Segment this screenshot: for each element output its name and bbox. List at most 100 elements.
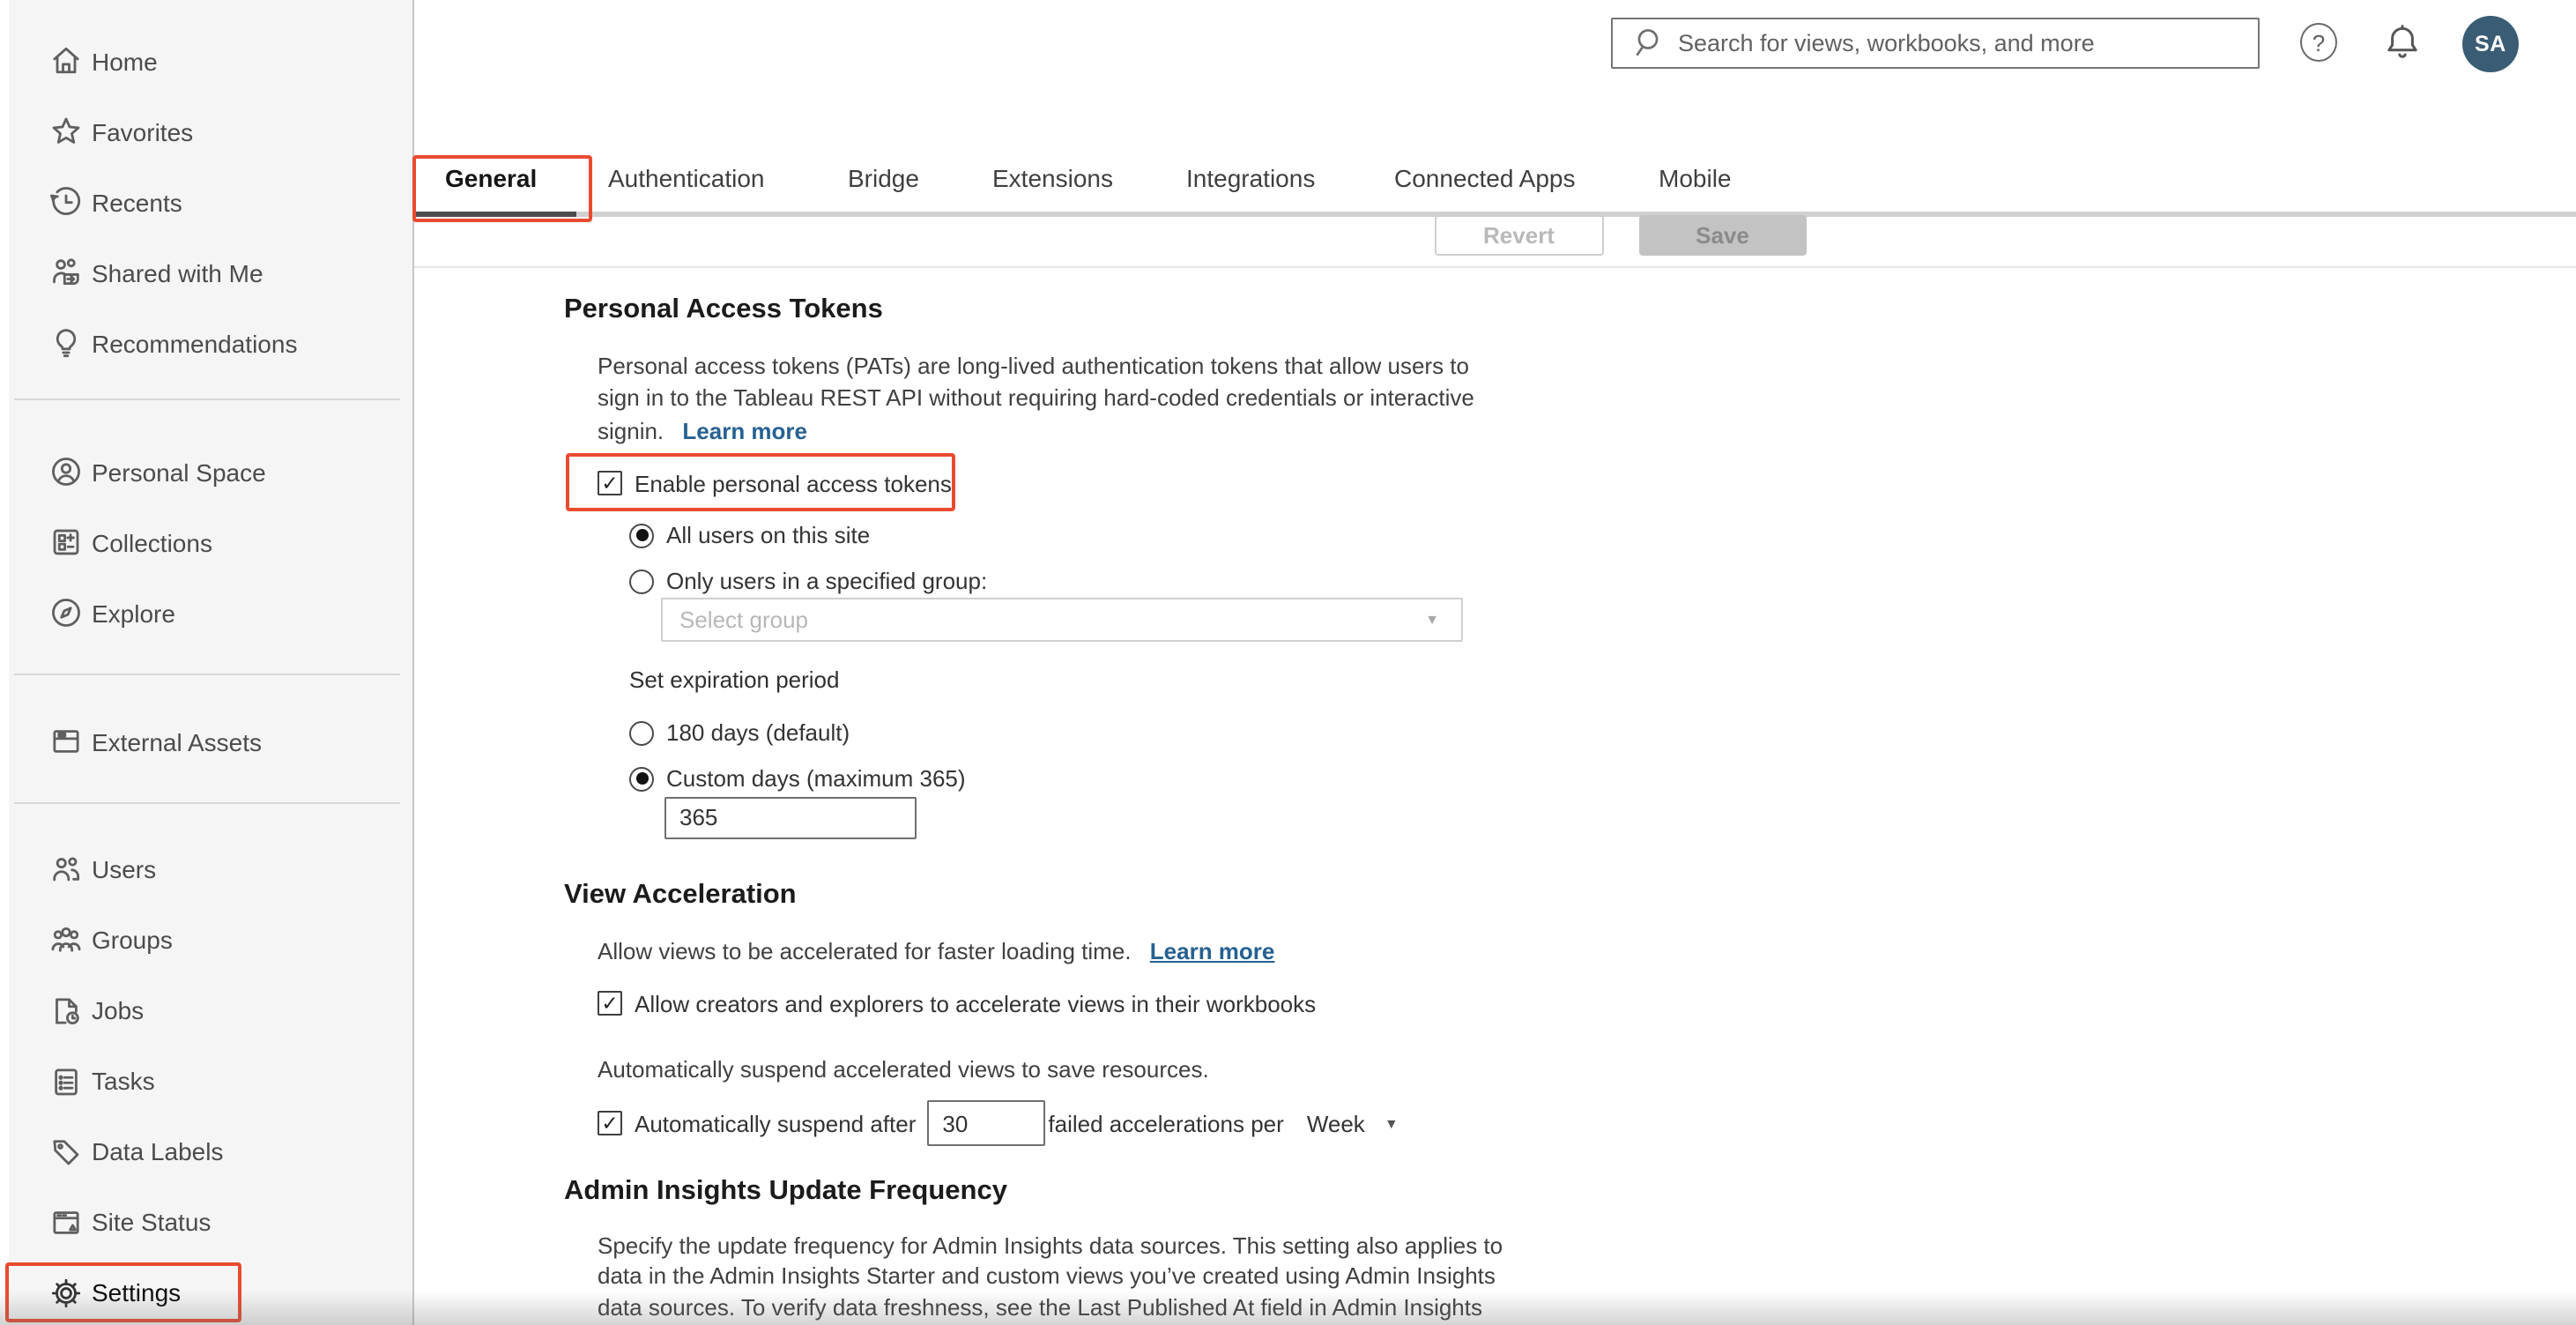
star-icon [48, 113, 85, 150]
radio-selected[interactable] [629, 523, 654, 547]
save-button[interactable]: Save [1638, 214, 1807, 256]
search-input[interactable] [1611, 18, 2260, 68]
sidebar-item-recents[interactable]: Recents [0, 167, 412, 237]
sidebar-item-collections[interactable]: Collections [0, 507, 412, 577]
collections-icon [48, 524, 85, 561]
section-description: Personal access tokens (PATs) are long-l… [598, 350, 1474, 449]
section-title: View Acceleration [564, 879, 797, 909]
radio-180-days-row[interactable]: 180 days (default) [629, 710, 850, 756]
radio-label: Only users in a specified group: [666, 568, 988, 594]
allow-acceleration-checkbox-row[interactable]: ✓ Allow creators and explorers to accele… [598, 980, 1316, 1026]
sidebar-item-label: Settings [92, 1278, 182, 1306]
toolbar-divider [414, 265, 2576, 267]
checkbox-checked[interactable]: ✓ [598, 1111, 622, 1135]
sidebar: Home Favorites Recents Shared with Me Re… [0, 0, 414, 1325]
description-line: Personal access tokens (PATs) are long-l… [598, 352, 1469, 378]
description-line: signin. Learn more [598, 415, 1474, 448]
radio-custom-days-row[interactable]: Custom days (maximum 365) [629, 756, 966, 801]
sidebar-item-personal-space[interactable]: Personal Space [0, 436, 412, 507]
sidebar-item-label: Recents [92, 188, 182, 216]
tag-icon [48, 1133, 85, 1170]
gear-icon [48, 1274, 85, 1311]
learn-more-link[interactable]: Learn more [1150, 938, 1275, 964]
help-icon[interactable]: ? [2300, 23, 2337, 62]
description-line: Specify the update frequency for Admin I… [598, 1232, 1503, 1258]
sidebar-divider [14, 673, 400, 674]
sidebar-item-home[interactable]: Home [0, 26, 412, 96]
bell-icon[interactable] [2381, 20, 2424, 64]
sidebar-item-label: Personal Space [92, 458, 266, 486]
help-glyph: ? [2312, 29, 2326, 56]
sidebar-item-label: Data Labels [92, 1137, 224, 1165]
groups-icon [48, 921, 85, 958]
sidebar-item-tasks[interactable]: Tasks [0, 1046, 412, 1116]
section-title: Personal Access Tokens [564, 294, 883, 324]
checkbox-checked[interactable]: ✓ [598, 471, 622, 495]
enable-pat-checkbox-row[interactable]: ✓ Enable personal access tokens [598, 460, 952, 506]
sidebar-item-label: Users [92, 855, 157, 883]
custom-days-input[interactable] [664, 797, 916, 838]
sidebar-item-label: Jobs [92, 996, 145, 1024]
tab-connected-apps[interactable]: Connected Apps [1394, 164, 1576, 192]
failed-accelerations-input[interactable] [926, 1100, 1045, 1146]
users-icon [48, 851, 85, 888]
description-text: signin. [598, 417, 664, 444]
radio-label: Custom days (maximum 365) [666, 765, 966, 792]
group-select-dropdown[interactable]: Select group ▼ [660, 597, 1462, 642]
shared-icon [48, 254, 85, 291]
learn-more-link[interactable]: Learn more [682, 417, 807, 443]
section-description: Specify the update frequency for Admin I… [598, 1230, 1503, 1324]
sidebar-item-jobs[interactable]: Jobs [0, 975, 412, 1046]
description-text: Allow views to be accelerated for faster… [598, 938, 1132, 964]
sidebar-item-label: Explore [92, 599, 175, 627]
sidebar-item-explore[interactable]: Explore [0, 577, 412, 648]
person-circle-icon [48, 453, 85, 490]
sidebar-item-favorites[interactable]: Favorites [0, 96, 412, 167]
suspend-description: Automatically suspend accelerated views … [598, 1056, 1209, 1083]
jobs-icon [48, 992, 85, 1029]
lightbulb-icon [48, 324, 85, 361]
radio-unselected[interactable] [629, 720, 654, 745]
checkbox-label: Automatically suspend after [635, 1110, 917, 1136]
compass-icon [48, 594, 85, 631]
tab-extensions[interactable]: Extensions [992, 164, 1113, 192]
sidebar-item-groups[interactable]: Groups [0, 904, 412, 975]
period-dropdown-value[interactable]: Week [1307, 1110, 1365, 1136]
chevron-down-icon[interactable]: ▼ [1385, 1115, 1399, 1131]
sidebar-item-label: Tasks [92, 1067, 155, 1095]
suspend-unit-label: failed accelerations per [1048, 1110, 1284, 1136]
select-placeholder: Select group [679, 606, 808, 633]
radio-unselected[interactable] [629, 569, 654, 593]
tab-general[interactable]: General [445, 164, 537, 192]
checkbox-checked[interactable]: ✓ [598, 991, 622, 1016]
tab-bridge[interactable]: Bridge [848, 164, 919, 192]
revert-button[interactable]: Revert [1435, 214, 1603, 256]
tableau-settings-page: Home Favorites Recents Shared with Me Re… [0, 0, 2576, 1325]
description-line: data in the Admin Insights Starter and c… [598, 1262, 1496, 1290]
checkbox-label: Enable personal access tokens [635, 470, 952, 496]
box-icon [48, 723, 85, 760]
sidebar-divider [14, 398, 400, 400]
home-icon [48, 42, 85, 79]
sidebar-item-label: External Assets [92, 727, 262, 756]
auto-suspend-checkbox-row[interactable]: ✓ Automatically suspend after failed acc… [598, 1100, 1399, 1146]
expiration-period-label: Set expiration period [629, 666, 840, 692]
radio-selected[interactable] [629, 766, 654, 791]
avatar[interactable]: SA [2462, 15, 2519, 71]
tab-authentication[interactable]: Authentication [608, 164, 764, 192]
checkbox-label: Allow creators and explorers to accelera… [635, 990, 1317, 1016]
sidebar-item-data-labels[interactable]: Data Labels [0, 1116, 412, 1187]
radio-all-users-row[interactable]: All users on this site [629, 512, 870, 558]
sidebar-item-label: Recommendations [92, 329, 298, 357]
sidebar-item-shared-with-me[interactable]: Shared with Me [0, 237, 412, 308]
section-title: Admin Insights Update Frequency [564, 1175, 1007, 1205]
sidebar-item-site-status[interactable]: Site Status [0, 1187, 412, 1257]
tab-mobile[interactable]: Mobile [1659, 164, 1732, 192]
sidebar-item-recommendations[interactable]: Recommendations [0, 308, 412, 378]
sidebar-item-external-assets[interactable]: External Assets [0, 706, 412, 777]
sidebar-item-settings[interactable]: Settings [0, 1257, 412, 1325]
sidebar-item-users[interactable]: Users [0, 834, 412, 904]
sidebar-item-label: Groups [92, 926, 173, 954]
sidebar-divider [14, 801, 400, 803]
tab-integrations[interactable]: Integrations [1186, 164, 1315, 192]
